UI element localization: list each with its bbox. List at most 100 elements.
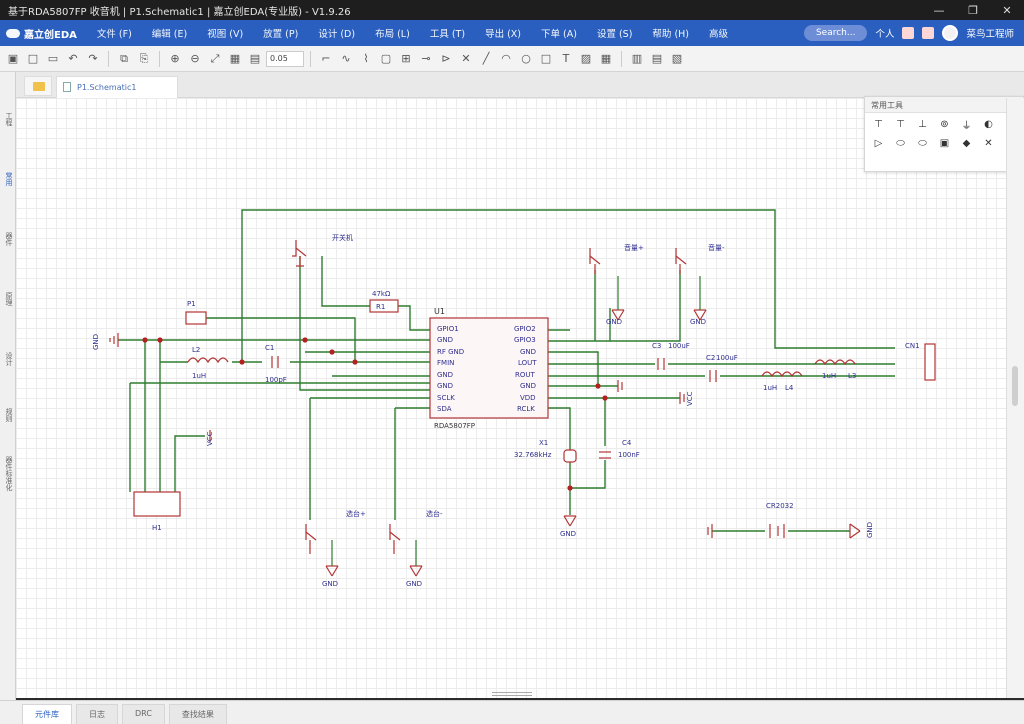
folder-icon xyxy=(33,82,45,91)
redo-icon[interactable]: ↷ xyxy=(84,50,102,68)
drc-icon[interactable]: ▤ xyxy=(648,50,666,68)
fit-icon[interactable]: ⤢ xyxy=(206,50,224,68)
oval-icon[interactable]: ⬭ xyxy=(893,136,908,151)
notification-icon[interactable] xyxy=(902,27,915,39)
menu-view[interactable]: 视图 (V) xyxy=(197,26,253,40)
open-icon[interactable]: ▭ xyxy=(44,50,62,68)
close-button[interactable]: ✕ xyxy=(990,0,1024,20)
menu-order[interactable]: 下单 (A) xyxy=(531,26,587,40)
layers-icon[interactable]: ▧ xyxy=(668,50,686,68)
bus-icon[interactable]: ∿ xyxy=(337,50,355,68)
u1-pin-right: GPIO3 xyxy=(514,336,536,344)
probe-icon[interactable]: ⊞ xyxy=(397,50,415,68)
line-icon[interactable]: ╱ xyxy=(477,50,495,68)
vertical-scrollbar[interactable] xyxy=(1006,98,1024,698)
menu-place[interactable]: 放置 (P) xyxy=(253,26,308,40)
cn1-label: CN1 xyxy=(905,342,920,350)
share-icon[interactable] xyxy=(922,27,935,39)
l4-value: 1uH xyxy=(763,384,777,392)
tab-drc[interactable]: DRC xyxy=(122,704,165,724)
tab-rules[interactable]: 规则 xyxy=(2,408,14,422)
wire-icon[interactable]: ⌐ xyxy=(317,50,335,68)
panel-resize-handle[interactable] xyxy=(492,692,532,696)
arc-icon[interactable]: ◠ xyxy=(497,50,515,68)
copy-icon[interactable]: ⧉ xyxy=(115,50,133,68)
zoom-out-icon[interactable]: ⊖ xyxy=(186,50,204,68)
home-tab[interactable] xyxy=(24,76,52,96)
grid-icon[interactable]: ▦ xyxy=(226,50,244,68)
menu-tools[interactable]: 工具 (T) xyxy=(420,26,475,40)
bottom-panel-tabs: 元件库 日志 DRC 查找结果 xyxy=(0,700,1024,724)
text-icon[interactable]: T xyxy=(557,50,575,68)
bus-entry-icon[interactable]: ⊳ xyxy=(437,50,455,68)
netlabel-icon[interactable]: ⌇ xyxy=(357,50,375,68)
zoom-in-icon[interactable]: ⊕ xyxy=(166,50,184,68)
menu-edit[interactable]: 编辑 (E) xyxy=(142,26,197,40)
menu-layout[interactable]: 布局 (L) xyxy=(365,26,420,40)
netport-icon[interactable]: ▢ xyxy=(377,50,395,68)
net-flag-2-icon[interactable]: ⊤ xyxy=(893,117,908,132)
save-icon[interactable]: ▣ xyxy=(4,50,22,68)
search-input[interactable]: Search... xyxy=(803,25,868,41)
gnd-label: GND xyxy=(322,580,338,588)
tab-find-results[interactable]: 查找结果 xyxy=(168,704,227,724)
menu-settings[interactable]: 设置 (S) xyxy=(587,26,642,40)
schematic-drawing: GPIO1 GND RF GND FMIN GND GND SCLK SDA G… xyxy=(92,209,936,588)
snap-icon[interactable]: ▤ xyxy=(246,50,264,68)
table-icon[interactable]: ▦ xyxy=(597,50,615,68)
rect-icon[interactable]: □ xyxy=(537,50,555,68)
tab-standardize[interactable]: 器件标准化 xyxy=(2,456,14,491)
power-icon[interactable]: ⊥ xyxy=(915,117,930,132)
image-icon[interactable]: ▨ xyxy=(577,50,595,68)
paste-icon[interactable]: ⎘ xyxy=(135,50,153,68)
u1-pin-right: VDD xyxy=(520,394,536,402)
netport-icon[interactable]: ⊚ xyxy=(937,117,952,132)
probe-icon[interactable]: ▣ xyxy=(937,136,952,151)
tab-project[interactable]: 工程 xyxy=(2,112,14,126)
avatar[interactable] xyxy=(942,25,959,41)
l2-value: 1uH xyxy=(192,372,206,380)
undo-icon[interactable]: ↶ xyxy=(64,50,82,68)
pin-icon[interactable]: ⊸ xyxy=(417,50,435,68)
new-icon[interactable]: □ xyxy=(24,50,42,68)
u1-part: RDA5807FP xyxy=(434,422,475,430)
zoom-select[interactable]: 0.05 xyxy=(266,50,304,67)
pin-icon[interactable]: ◐ xyxy=(981,117,996,132)
scrollbar-grip[interactable] xyxy=(1012,366,1018,406)
menu-export[interactable]: 导出 (X) xyxy=(475,26,531,40)
tab-log[interactable]: 日志 xyxy=(76,704,118,724)
menu-advanced[interactable]: 高级 xyxy=(699,26,738,40)
h1-label: H1 xyxy=(152,524,162,532)
menu-design[interactable]: 设计 (D) xyxy=(308,26,365,40)
box-icon[interactable]: ⬭ xyxy=(915,136,930,151)
maximize-button[interactable]: ❐ xyxy=(956,0,990,20)
circle-icon[interactable]: ○ xyxy=(517,50,535,68)
lib-icon[interactable]: ▥ xyxy=(628,50,646,68)
u1-pin-right: GPIO2 xyxy=(514,325,536,333)
noconnect-icon[interactable]: ✕ xyxy=(457,50,475,68)
l4-label: L4 xyxy=(785,384,794,392)
tab-schematic[interactable]: 原理 xyxy=(2,292,14,306)
user-mode[interactable]: 个人 xyxy=(875,26,894,40)
common-tools-palette: 常用工具 ✕ ⊤ ⊤ ⊥ ⊚ ⏚ ◐ ▷ ⬭ ⬭ ▣ ◆ ✕ xyxy=(864,96,1024,172)
tab-library[interactable]: 元件库 xyxy=(22,704,72,724)
tab-components[interactable]: 器件 xyxy=(2,232,14,246)
tab-design[interactable]: 设计 xyxy=(2,352,14,366)
app-logo[interactable]: 嘉立创EDA xyxy=(0,26,87,41)
u1-pin-right: RCLK xyxy=(517,405,535,413)
menu-help[interactable]: 帮助 (H) xyxy=(642,26,699,40)
left-panel: 工程 常用 器件 原理 设计 规则 器件标准化 xyxy=(0,72,16,700)
no-connect-icon[interactable]: ✕ xyxy=(981,136,996,151)
schematic-canvas[interactable]: GPIO1 GND RF GND FMIN GND GND SCLK SDA G… xyxy=(16,98,1006,698)
c2-value: 100uF xyxy=(716,354,738,362)
tab-common[interactable]: 常用 xyxy=(2,172,14,186)
marker-icon[interactable]: ◆ xyxy=(959,136,974,151)
menu-file[interactable]: 文件 (F) xyxy=(87,26,142,40)
username[interactable]: 菜鸟工程师 xyxy=(966,26,1014,40)
bus-entry-icon[interactable]: ▷ xyxy=(871,136,886,151)
net-flag-icon[interactable]: ⊤ xyxy=(871,117,886,132)
tab-schematic1[interactable]: P1.Schematic1 xyxy=(56,76,178,98)
ground-icon[interactable]: ⏚ xyxy=(959,117,974,132)
window-titlebar: 基于RDA5807FP 收音机 | P1.Schematic1 | 嘉立创EDA… xyxy=(0,0,1024,20)
minimize-button[interactable]: — xyxy=(922,0,956,20)
